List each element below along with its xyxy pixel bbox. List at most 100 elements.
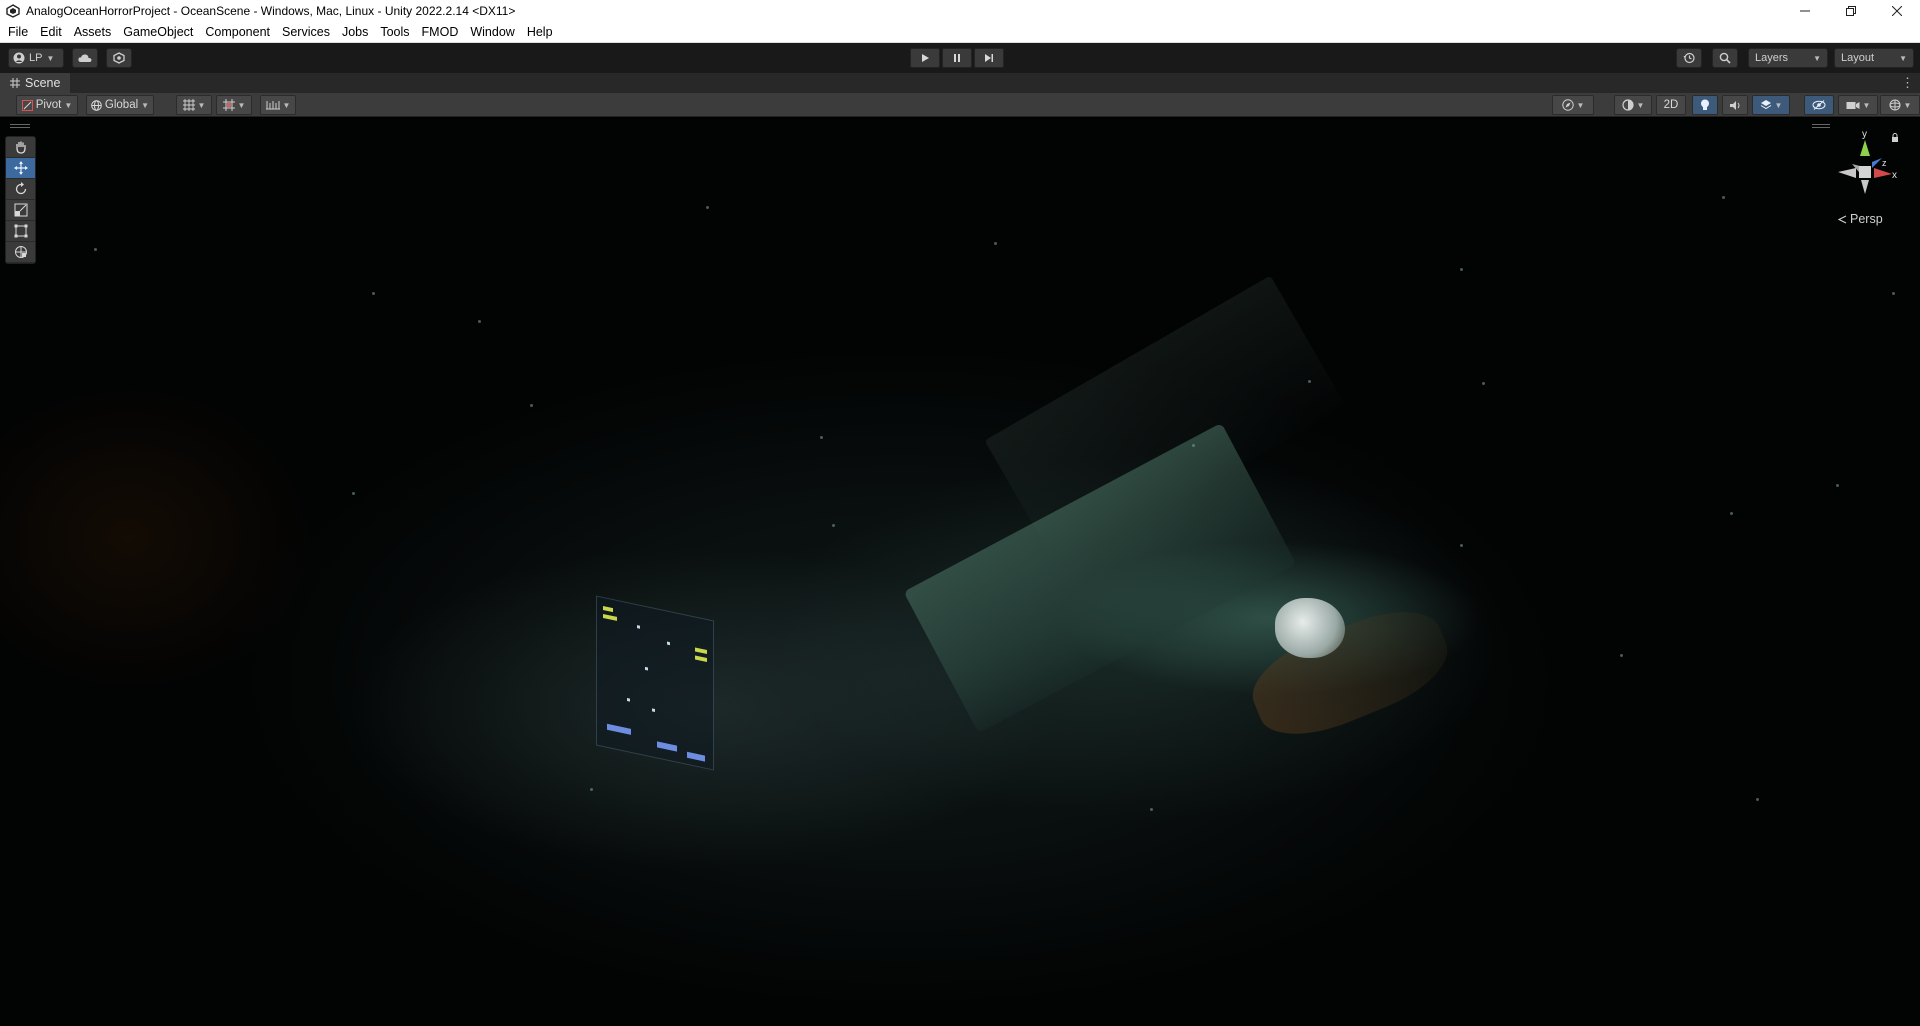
orientation-center-cube[interactable] — [1859, 166, 1871, 178]
search-button[interactable] — [1712, 48, 1738, 68]
menu-fmod[interactable]: FMOD — [416, 22, 465, 42]
dashboard-indicator — [603, 605, 613, 613]
layout-dropdown[interactable]: Layout ▼ — [1834, 48, 1914, 68]
account-dropdown[interactable]: LP ▼ — [8, 48, 64, 68]
submarine-dashboard-panel — [596, 595, 714, 771]
tool-settings-dropdown[interactable]: ▼ — [1552, 95, 1594, 115]
orientation-gizmo[interactable]: y z x — [1830, 128, 1900, 198]
move-tool-button[interactable] — [6, 158, 35, 179]
collab-button[interactable] — [106, 48, 132, 68]
rect-tool-button[interactable] — [6, 221, 35, 242]
axis-x-label: x — [1892, 170, 1897, 181]
scene-viewport[interactable] — [0, 118, 1920, 1026]
orientation-gizmo-grip[interactable] — [1812, 124, 1830, 128]
scene-tab-header: Scene ⋮ — [0, 73, 1920, 93]
tool-palette-grip[interactable] — [10, 124, 30, 128]
cloud-icon — [78, 54, 92, 62]
scene-visibility-toggle[interactable] — [1804, 95, 1834, 115]
toggle-2d-button[interactable]: 2D — [1656, 95, 1686, 115]
window-title: AnalogOceanHorrorProject - OceanScene - … — [26, 4, 516, 18]
chevron-down-icon: ▼ — [141, 100, 150, 110]
axis-z-cone[interactable] — [1872, 158, 1882, 168]
axis-y-cone[interactable] — [1860, 140, 1870, 156]
axis-neg-x-cone[interactable] — [1838, 168, 1856, 178]
grid-snap-icon — [182, 99, 195, 111]
rotate-tool-button[interactable] — [6, 179, 35, 200]
increment-snap-dropdown[interactable]: ▼ — [260, 95, 296, 115]
main-toolbar: LP ▼ Layers ▼ Layout ▼ — [0, 43, 1920, 73]
gizmos-dropdown[interactable]: ▼ — [1880, 95, 1920, 115]
floating-particle — [94, 248, 97, 251]
floating-particle — [1460, 544, 1463, 547]
transform-icon — [14, 246, 27, 258]
grid-snap-dropdown[interactable]: ▼ — [176, 95, 212, 115]
menu-help[interactable]: Help — [521, 22, 559, 42]
cloud-button[interactable] — [72, 48, 98, 68]
floating-particle — [1730, 512, 1733, 515]
chevron-down-icon: ▼ — [237, 100, 246, 110]
shading-mode-dropdown[interactable]: ▼ — [1614, 95, 1652, 115]
effects-dropdown[interactable]: ▼ — [1752, 95, 1790, 115]
axis-y-label: y — [1862, 129, 1867, 140]
step-button[interactable] — [974, 48, 1004, 68]
scale-icon — [14, 203, 27, 217]
toggle-lighting-button[interactable] — [1692, 95, 1718, 115]
grid-visibility-dropdown[interactable]: ▼ — [216, 95, 252, 115]
floating-particle — [1892, 292, 1895, 295]
layers-label: Layers — [1755, 52, 1789, 64]
hand-icon — [15, 141, 26, 154]
floating-particle — [1460, 268, 1463, 271]
global-label: Global — [104, 99, 139, 111]
chevron-down-icon: ▼ — [1636, 100, 1645, 110]
menu-assets[interactable]: Assets — [68, 22, 118, 42]
grid-visibility-icon — [222, 99, 235, 111]
menu-window[interactable]: Window — [464, 22, 520, 42]
dashboard-indicator — [627, 698, 630, 702]
menu-edit[interactable]: Edit — [34, 22, 68, 42]
play-controls — [910, 48, 1004, 68]
play-button[interactable] — [910, 48, 940, 68]
floating-particle — [1756, 798, 1759, 801]
menu-tools[interactable]: Tools — [374, 22, 415, 42]
hand-tool-button[interactable] — [6, 137, 35, 158]
history-icon — [1683, 52, 1695, 64]
dashboard-indicator — [603, 613, 617, 621]
pivot-dropdown[interactable]: Pivot ▼ — [16, 95, 78, 115]
global-dropdown[interactable]: Global ▼ — [86, 95, 154, 115]
floating-particle — [590, 788, 593, 791]
menu-bar: File Edit Assets GameObject Component Se… — [0, 22, 1920, 43]
menu-services[interactable]: Services — [276, 22, 336, 42]
layout-label: Layout — [1841, 52, 1875, 64]
dashboard-indicator — [657, 741, 677, 752]
axis-neg-y-cone[interactable] — [1861, 180, 1869, 194]
step-icon — [985, 54, 993, 62]
minimize-button[interactable] — [1782, 0, 1828, 22]
dashboard-indicator — [695, 655, 707, 663]
axis-x-cone[interactable] — [1874, 168, 1892, 178]
camera-settings-dropdown[interactable]: ▼ — [1838, 95, 1878, 115]
lock-icon[interactable] — [1891, 133, 1899, 142]
pause-button[interactable] — [942, 48, 972, 68]
kebab-menu-icon[interactable]: ⋮ — [1901, 75, 1914, 91]
chevron-down-icon: ▼ — [1774, 100, 1783, 110]
menu-gameobject[interactable]: GameObject — [117, 22, 199, 42]
layers-dropdown[interactable]: Layers ▼ — [1748, 48, 1828, 68]
tab-scene[interactable]: Scene — [0, 73, 71, 93]
window-controls — [1782, 0, 1920, 22]
menu-file[interactable]: File — [2, 22, 34, 42]
floating-particle — [1620, 654, 1623, 657]
close-button[interactable] — [1874, 0, 1920, 22]
menu-jobs[interactable]: Jobs — [336, 22, 374, 42]
globe-icon — [91, 99, 102, 111]
unity-logo-icon — [6, 4, 20, 18]
menu-component[interactable]: Component — [199, 22, 276, 42]
shading-sphere-icon — [1621, 99, 1634, 111]
toggle-audio-button[interactable] — [1722, 95, 1748, 115]
move-arrows-icon — [13, 161, 28, 175]
projection-toggle[interactable]: Persp — [1838, 212, 1883, 226]
transform-tool-button[interactable] — [6, 242, 35, 263]
scale-tool-button[interactable] — [6, 200, 35, 221]
restore-button[interactable] — [1828, 0, 1874, 22]
floating-particle — [352, 492, 355, 495]
undo-history-button[interactable] — [1676, 48, 1702, 68]
